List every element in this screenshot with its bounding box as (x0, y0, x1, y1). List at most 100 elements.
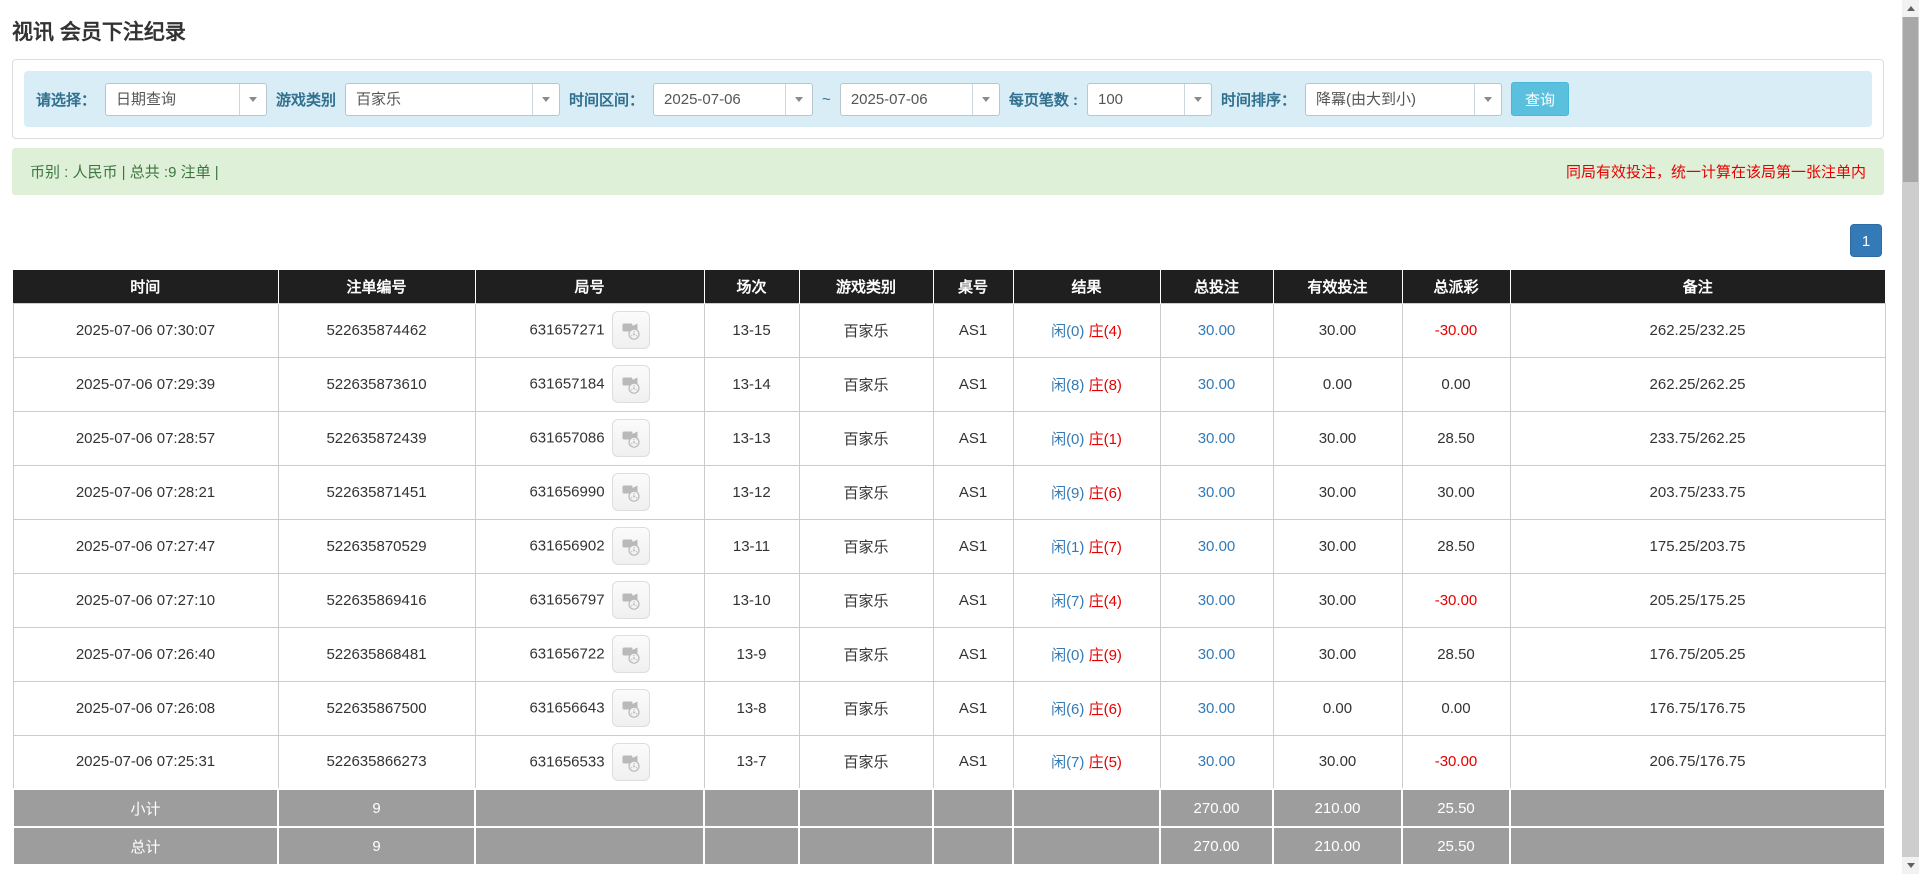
page-button-1[interactable]: 1 (1850, 224, 1882, 257)
cell-valid-bet: 30.00 (1273, 411, 1402, 465)
video-replay-button[interactable] (612, 365, 650, 403)
summary-cell (799, 827, 933, 865)
date-to-value: 2025-07-06 (841, 84, 972, 115)
page-title: 视讯 会员下注纪录 (12, 16, 1884, 46)
summary-cell: 270.00 (1160, 827, 1273, 865)
video-replay-button[interactable] (612, 635, 650, 673)
cell-game-type: 百家乐 (799, 519, 933, 573)
cell-bet-id: 522635872439 (278, 411, 475, 465)
summary-cell: 210.00 (1273, 789, 1402, 827)
cell-time: 2025-07-06 07:26:08 (13, 681, 278, 735)
cell-time: 2025-07-06 07:26:40 (13, 627, 278, 681)
cell-remark: 175.25/203.75 (1510, 519, 1885, 573)
result-player: 闲(9) (1051, 485, 1084, 502)
result-player: 闲(7) (1051, 754, 1084, 771)
scroll-down-button[interactable] (1902, 857, 1919, 874)
query-mode-select[interactable]: 日期查询 (105, 83, 267, 116)
result-player: 闲(7) (1051, 593, 1084, 610)
column-header: 桌号 (933, 270, 1013, 303)
video-replay-button[interactable] (612, 311, 650, 349)
column-header: 时间 (13, 270, 278, 303)
chevron-down-icon[interactable] (785, 84, 812, 115)
game-type-select[interactable]: 百家乐 (345, 83, 560, 116)
round-number: 631656643 (529, 700, 604, 717)
cell-total-bet[interactable]: 30.00 (1160, 519, 1273, 573)
cell-total-bet[interactable]: 30.00 (1160, 465, 1273, 519)
chevron-down-icon[interactable] (532, 84, 559, 115)
cell-game-type: 百家乐 (799, 303, 933, 357)
cell-total-bet[interactable]: 30.00 (1160, 627, 1273, 681)
round-number: 631656722 (529, 646, 604, 663)
table-row: 2025-07-06 07:25:31522635866273631656533… (13, 735, 1885, 789)
scroll-up-button[interactable] (1902, 0, 1919, 17)
cell-remark: 176.75/205.25 (1510, 627, 1885, 681)
cell-result: 闲(8) 庄(8) (1013, 357, 1160, 411)
summary-cell: 25.50 (1402, 789, 1510, 827)
column-header: 总投注 (1160, 270, 1273, 303)
vertical-scrollbar[interactable] (1902, 0, 1919, 874)
cell-payout: -30.00 (1402, 573, 1510, 627)
cell-payout: 28.50 (1402, 411, 1510, 465)
cell-total-bet[interactable]: 30.00 (1160, 303, 1273, 357)
cell-round: 631657086 (475, 411, 704, 465)
chevron-down-icon[interactable] (972, 84, 999, 115)
result-player: 闲(8) (1051, 377, 1084, 394)
summary-cell: 25.50 (1402, 827, 1510, 865)
date-to-select[interactable]: 2025-07-06 (840, 83, 1000, 116)
cell-valid-bet: 0.00 (1273, 681, 1402, 735)
cell-session: 13-14 (704, 357, 799, 411)
chevron-down-icon[interactable] (1184, 84, 1211, 115)
result-player: 闲(6) (1051, 701, 1084, 718)
summary-cell (1510, 789, 1885, 827)
page-size-select[interactable]: 100 (1087, 83, 1212, 116)
cell-result: 闲(6) 庄(6) (1013, 681, 1160, 735)
cell-session: 13-7 (704, 735, 799, 789)
cell-valid-bet: 30.00 (1273, 735, 1402, 789)
scrollbar-thumb[interactable] (1903, 17, 1918, 182)
cell-total-bet[interactable]: 30.00 (1160, 573, 1273, 627)
cell-round: 631657271 (475, 303, 704, 357)
cell-total-bet[interactable]: 30.00 (1160, 735, 1273, 789)
cell-time: 2025-07-06 07:27:10 (13, 573, 278, 627)
summary-cell (933, 789, 1013, 827)
video-replay-button[interactable] (612, 473, 650, 511)
cell-table-id: AS1 (933, 573, 1013, 627)
cell-round: 631656797 (475, 573, 704, 627)
date-range-separator: ~ (822, 91, 831, 108)
video-replay-button[interactable] (612, 743, 650, 781)
time-sort-select[interactable]: 降冪(由大到小) (1305, 83, 1502, 116)
date-from-select[interactable]: 2025-07-06 (653, 83, 813, 116)
search-button[interactable]: 查询 (1511, 82, 1569, 116)
cell-total-bet[interactable]: 30.00 (1160, 411, 1273, 465)
cell-result: 闲(0) 庄(9) (1013, 627, 1160, 681)
video-replay-button[interactable] (612, 689, 650, 727)
cell-time: 2025-07-06 07:29:39 (13, 357, 278, 411)
cell-session: 13-13 (704, 411, 799, 465)
valid-bet-notice-text: 同局有效投注，统一计算在该局第一张注单内 (1566, 161, 1866, 182)
result-banker: 庄(6) (1089, 701, 1122, 718)
cell-remark: 205.25/175.25 (1510, 573, 1885, 627)
cell-table-id: AS1 (933, 681, 1013, 735)
round-number: 631657271 (529, 322, 604, 339)
cell-bet-id: 522635868481 (278, 627, 475, 681)
cell-game-type: 百家乐 (799, 465, 933, 519)
summary-cell (1510, 827, 1885, 865)
cell-total-bet[interactable]: 30.00 (1160, 681, 1273, 735)
chevron-down-icon[interactable] (239, 84, 266, 115)
result-banker: 庄(1) (1089, 431, 1122, 448)
header-row: 时间注单编号局号场次游戏类别桌号结果总投注有效投注总派彩备注 (13, 270, 1885, 303)
video-replay-button[interactable] (612, 581, 650, 619)
chevron-down-icon[interactable] (1474, 84, 1501, 115)
cell-total-bet[interactable]: 30.00 (1160, 357, 1273, 411)
cell-remark: 262.25/232.25 (1510, 303, 1885, 357)
cell-time: 2025-07-06 07:27:47 (13, 519, 278, 573)
result-banker: 庄(7) (1089, 539, 1122, 556)
cell-payout: 28.50 (1402, 519, 1510, 573)
result-player: 闲(0) (1051, 323, 1084, 340)
cell-table-id: AS1 (933, 357, 1013, 411)
video-replay-button[interactable] (612, 419, 650, 457)
cell-remark: 233.75/262.25 (1510, 411, 1885, 465)
video-replay-button[interactable] (612, 527, 650, 565)
cell-session: 13-12 (704, 465, 799, 519)
summary-cell (475, 789, 704, 827)
